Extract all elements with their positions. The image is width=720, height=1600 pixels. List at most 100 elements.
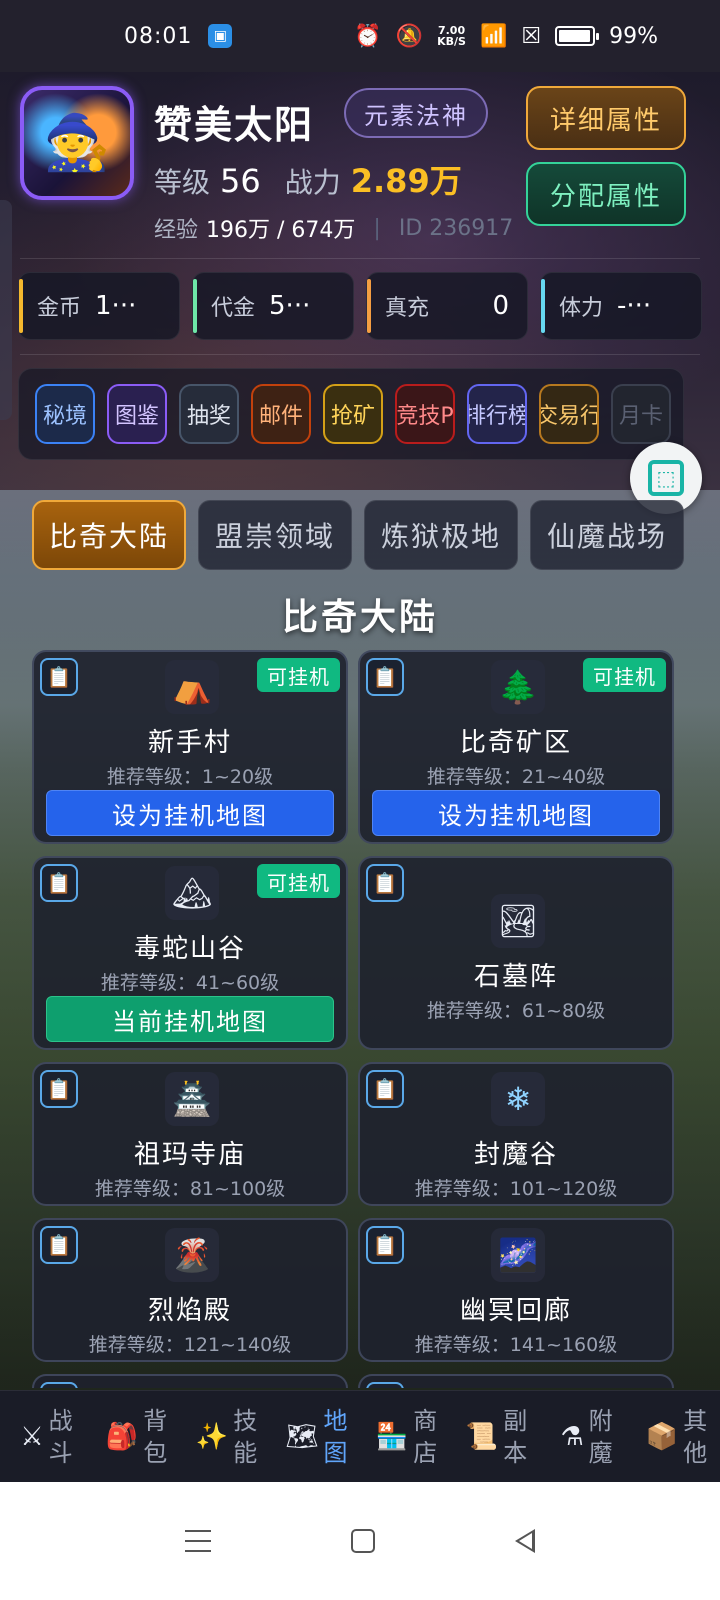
- clipboard-icon[interactable]: 📋: [366, 1382, 404, 1388]
- afk-available-badge: 可挂机: [257, 864, 340, 898]
- set-afk-map-button[interactable]: 设为挂机地图: [46, 790, 334, 836]
- map-card-zuma-temple[interactable]: 📋 🏯 祖玛寺庙 推荐等级：81~100级: [32, 1062, 348, 1206]
- currency-recharge[interactable]: 真充 0: [366, 272, 528, 340]
- nav-battle[interactable]: ⚔ 战斗: [0, 1391, 90, 1482]
- detail-attributes-button[interactable]: 详细属性: [526, 86, 686, 150]
- backpack-icon: 🎒: [105, 1421, 139, 1452]
- map-level: 推荐等级：1~20级: [106, 766, 274, 788]
- nav-bag[interactable]: 🎒 背包: [90, 1391, 180, 1482]
- currency-stamina[interactable]: 体力 -···: [540, 272, 702, 340]
- clipboard-icon[interactable]: 📋: [366, 1226, 404, 1264]
- currency-label: 代金: [211, 296, 256, 321]
- nav-label: 副本: [503, 1406, 528, 1467]
- map-card-stone-tomb[interactable]: 📋 🏞 石墓阵 推荐等级：61~80级: [358, 856, 674, 1050]
- clipboard-icon[interactable]: 📋: [366, 1070, 404, 1108]
- quick-trade[interactable]: 交易行: [539, 384, 599, 444]
- nav-shop[interactable]: 🏪 商店: [360, 1391, 450, 1482]
- nav-enchant[interactable]: ⚗ 附魔: [540, 1391, 630, 1482]
- player-profile: 🧙 赞美太阳 元素法神 等级 56 战力 2.89万 经验 196万 / 674…: [18, 84, 702, 244]
- back-icon[interactable]: [515, 1529, 535, 1553]
- map-card-biqi-mine[interactable]: 📋 🌲 可挂机 比奇矿区 推荐等级：21~40级 设为挂机地图: [358, 650, 674, 844]
- map-level: 推荐等级：121~140级: [88, 1334, 292, 1356]
- map-name: 比奇矿区: [459, 728, 572, 758]
- level-value: 56: [220, 162, 261, 200]
- exp-value: 196万 / 674万: [206, 218, 356, 243]
- map-card-demon-valley[interactable]: 📋 ❄ 封魔谷 推荐等级：101~120级: [358, 1062, 674, 1206]
- quick-mail[interactable]: 邮件: [251, 384, 311, 444]
- recent-apps-icon[interactable]: [185, 1530, 211, 1552]
- network-speed-unit: KB/S: [437, 35, 466, 48]
- current-afk-map-button[interactable]: 当前挂机地图: [46, 996, 334, 1042]
- bottom-navigation: ⚔ 战斗 🎒 背包 ✨ 技能 🗺 地图 🏪 商店 📜 副本 ⚗ 附魔 📦 其他: [0, 1390, 720, 1482]
- clipboard-icon[interactable]: 📋: [40, 658, 78, 696]
- map-card-flame-hall[interactable]: 📋 🌋 烈焰殿 推荐等级：121~140级: [32, 1218, 348, 1362]
- currency-label: 体力: [559, 296, 604, 321]
- package-icon: 📦: [645, 1421, 679, 1452]
- map-card-nether-corridor[interactable]: 📋 🌌 幽冥回廊 推荐等级：141~160级: [358, 1218, 674, 1362]
- currency-gold[interactable]: 金币 1···: [18, 272, 180, 340]
- mountain-icon: 🏔: [165, 866, 219, 920]
- quick-codex[interactable]: 图鉴: [107, 384, 167, 444]
- tab-immortal-battlefield[interactable]: 仙魔战场: [530, 500, 684, 570]
- clipboard-icon[interactable]: 📋: [40, 1382, 78, 1388]
- nav-skills[interactable]: ✨ 技能: [180, 1391, 270, 1482]
- nav-other[interactable]: 📦 其他: [630, 1391, 720, 1482]
- level-power-row: 等级 56 战力 2.89万: [154, 156, 462, 202]
- app-notification-icon: ▣: [208, 24, 233, 48]
- cube-icon: ⬚: [648, 460, 684, 496]
- tab-biqi-continent[interactable]: 比奇大陆: [32, 500, 186, 570]
- network-speed: 7.00 KB/S: [437, 25, 466, 47]
- currency-value: 1···: [95, 291, 137, 321]
- mute-icon: 🔕: [395, 23, 424, 49]
- quick-secret-realm[interactable]: 秘境: [35, 384, 95, 444]
- divider: [20, 258, 700, 259]
- clipboard-icon[interactable]: 📋: [40, 864, 78, 902]
- clipboard-icon[interactable]: 📋: [366, 864, 404, 902]
- landscape-icon: 🏞: [491, 894, 545, 948]
- player-name: 赞美太阳: [154, 102, 315, 147]
- exp-row: 经验 196万 / 674万 | ID 236917: [154, 212, 513, 244]
- clipboard-icon[interactable]: 📋: [40, 1226, 78, 1264]
- clipboard-icon[interactable]: 📋: [40, 1070, 78, 1108]
- quick-arena[interactable]: 竞技P: [395, 384, 455, 444]
- pine-tree-icon: 🌲: [491, 660, 545, 714]
- nav-label: 商店: [413, 1406, 438, 1467]
- class-badge: 元素法神: [344, 88, 488, 138]
- afk-available-badge: 可挂机: [583, 658, 666, 692]
- quick-ranking[interactable]: 排行榜: [467, 384, 527, 444]
- map-name: 幽冥回廊: [459, 1296, 572, 1326]
- power-label: 战力: [284, 166, 341, 199]
- currency-voucher[interactable]: 代金 5···: [192, 272, 354, 340]
- nav-label: 背包: [143, 1406, 168, 1467]
- quick-lottery[interactable]: 抽奖: [179, 384, 239, 444]
- region-title: 比奇大陆: [281, 596, 438, 638]
- currency-value: 5···: [269, 291, 311, 321]
- alarm-icon: ⏰: [354, 23, 382, 49]
- currency-bar: 金币 1··· 代金 5··· 真充 0 体力 -···: [18, 272, 702, 342]
- tab-mengchong-domain[interactable]: 盟崇领域: [198, 500, 352, 570]
- set-afk-map-button[interactable]: 设为挂机地图: [372, 790, 660, 836]
- nav-label: 地图: [323, 1406, 348, 1467]
- swords-icon: ⚔: [20, 1421, 44, 1452]
- allocate-attributes-button[interactable]: 分配属性: [526, 162, 686, 226]
- nav-dungeon[interactable]: 📜 副本: [450, 1391, 540, 1482]
- scroll-icon: 📜: [465, 1421, 499, 1452]
- nav-label: 战斗: [48, 1406, 73, 1467]
- quick-mine-raid[interactable]: 抢矿: [323, 384, 383, 444]
- map-card-snake-valley[interactable]: 📋 🏔 可挂机 毒蛇山谷 推荐等级：41~60级 当前挂机地图: [32, 856, 348, 1050]
- map-card-partial[interactable]: 📋: [32, 1374, 348, 1388]
- map-name: 封魔谷: [473, 1140, 558, 1170]
- currency-value: 0: [492, 291, 509, 321]
- currency-label: 真充: [385, 296, 430, 321]
- nav-map[interactable]: 🗺 地图: [270, 1391, 360, 1482]
- quick-monthly-card[interactable]: 月卡: [611, 384, 671, 444]
- side-drawer-handle[interactable]: [0, 200, 12, 420]
- home-icon[interactable]: [351, 1529, 375, 1553]
- avatar[interactable]: 🧙: [20, 86, 134, 200]
- clipboard-icon[interactable]: 📋: [366, 658, 404, 696]
- nav-label: 技能: [233, 1406, 258, 1467]
- tab-purgatory-land[interactable]: 炼狱极地: [364, 500, 518, 570]
- map-card-xinshoucun[interactable]: 📋 ⛺ 可挂机 新手村 推荐等级：1~20级 设为挂机地图: [32, 650, 348, 844]
- map-card-partial[interactable]: 📋: [358, 1374, 674, 1388]
- status-time: 08:01: [124, 23, 193, 49]
